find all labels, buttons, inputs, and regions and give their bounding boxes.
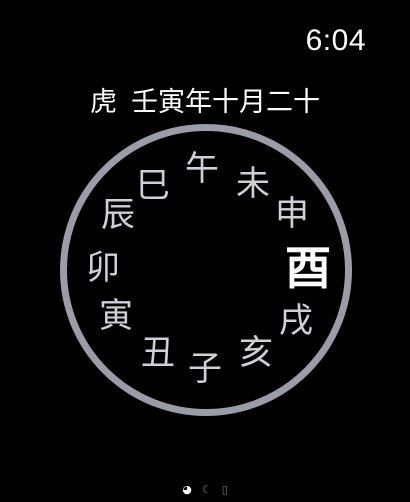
branch-chou: 丑 bbox=[141, 333, 175, 373]
zodiac-label: 虎 bbox=[90, 87, 117, 118]
branch-hai: 亥 bbox=[239, 333, 273, 373]
branch-you-current: 酉 bbox=[285, 241, 331, 295]
branch-zi: 子 bbox=[188, 349, 222, 389]
branch-si: 巳 bbox=[136, 166, 170, 206]
branch-chen: 辰 bbox=[101, 195, 135, 235]
book-icon[interactable]: ▯ bbox=[222, 483, 228, 497]
moon-icon[interactable]: ☾ bbox=[202, 483, 212, 497]
branch-xu: 戌 bbox=[279, 301, 313, 341]
lunar-date-line: 虎壬寅年十月二十 bbox=[0, 80, 410, 119]
clock-face-icon[interactable]: ◕ bbox=[182, 483, 192, 497]
status-time: 6:04 bbox=[305, 24, 366, 57]
lunar-date-label: 壬寅年十月二十 bbox=[131, 87, 320, 118]
branch-mao: 卯 bbox=[86, 248, 120, 288]
branch-wu: 午 bbox=[185, 149, 219, 189]
branch-yin: 寅 bbox=[99, 296, 133, 336]
branch-wei: 未 bbox=[236, 164, 270, 204]
branch-shen: 申 bbox=[275, 194, 309, 234]
page-indicator[interactable]: ◕ ☾ ▯ bbox=[0, 483, 410, 497]
